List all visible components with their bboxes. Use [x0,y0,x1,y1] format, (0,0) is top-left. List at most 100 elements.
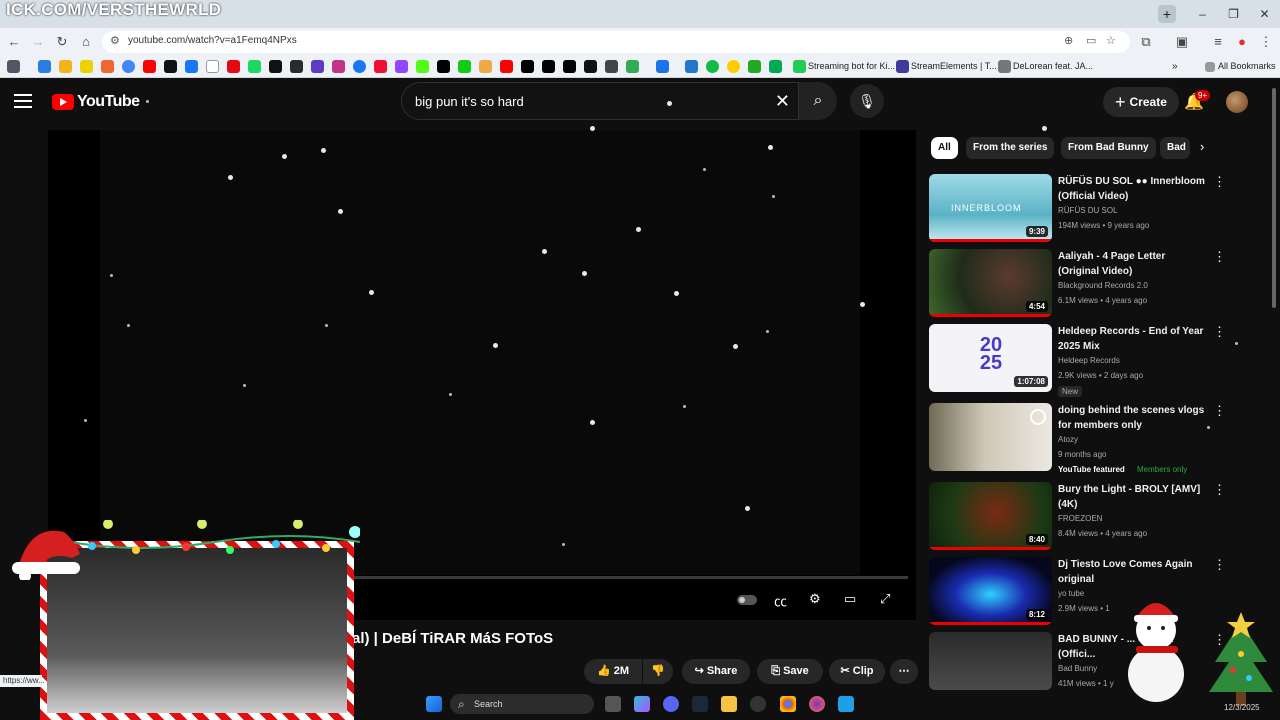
site-info-icon[interactable]: ⚙ [110,34,120,47]
channel-name[interactable]: FROEZOEN [1058,514,1102,523]
video-thumbnail[interactable]: 20 25 1:07:08 [929,324,1052,392]
extensions-icon[interactable]: ⧉ [1138,34,1154,50]
kebab-menu-icon[interactable]: ⋮ [1213,404,1226,417]
back-icon[interactable]: ← [6,34,22,50]
clear-search-icon[interactable]: ✕ [775,91,790,112]
channel-name[interactable]: Bad Bunny [1058,664,1097,673]
tiktok-icon[interactable] [521,60,534,73]
copilot-icon[interactable] [634,696,650,712]
profile-icon[interactable]: ● [1234,34,1250,50]
bookmark-icon[interactable] [542,60,555,73]
reload-icon[interactable]: ↻ [54,34,70,50]
bookmark-icon[interactable] [727,60,740,73]
save-button[interactable]: ⎘ Save [757,659,823,684]
star-icon[interactable]: ☆ [1106,34,1116,47]
home-icon[interactable]: ⌂ [78,34,94,50]
sidepanel-icon[interactable]: ▣ [1174,34,1190,50]
bookmark-icon[interactable] [290,60,303,73]
channel-name[interactable]: Heldeep Records [1058,356,1120,365]
dislike-button[interactable]: 👎 [643,659,673,684]
streaming-bot-icon[interactable] [793,60,806,73]
recommendation-item[interactable]: doing behind the scenes vlogs for member… [929,403,1226,475]
video-thumbnail[interactable]: 8:40 [929,482,1052,550]
video-thumbnail[interactable]: 4:54 [929,249,1052,317]
minimize-icon[interactable]: – [1187,0,1218,28]
bookmark-icon[interactable] [706,60,719,73]
channel-name[interactable]: RÜFÜS DU SOL [1058,206,1118,215]
app-icon[interactable] [750,696,766,712]
firefox-icon[interactable] [809,696,825,712]
restore-icon[interactable]: ❐ [1218,0,1249,28]
voice-search-icon[interactable]: 🎙 [850,84,884,118]
bookmark-icon[interactable] [80,60,93,73]
taskbar-search[interactable]: Search [450,694,594,714]
fullscreen-icon[interactable]: ⤢ [880,591,890,607]
captions-icon[interactable]: ㏄ [774,591,787,610]
bookmark-icon[interactable] [38,60,51,73]
bookmark-icon[interactable] [185,60,198,73]
video-thumbnail[interactable] [929,632,1052,690]
video-thumbnail[interactable]: 8:12 [929,557,1052,625]
bookmark-icon[interactable] [311,60,324,73]
channel-name[interactable]: Atozy [1058,435,1078,444]
bookmark-icon[interactable] [685,60,698,73]
channel-name[interactable]: yo tube [1058,589,1084,598]
progress-bar[interactable] [348,576,908,579]
bookmark-icon[interactable] [998,60,1011,73]
avatar[interactable] [1226,91,1248,113]
chevron-right-icon[interactable]: › [1200,139,1204,154]
bookmark-label[interactable]: StreamElements | T... [911,61,997,71]
bookmark-icon[interactable] [769,60,782,73]
facebook-icon[interactable] [353,60,366,73]
menu-hamburger-icon[interactable] [14,94,32,108]
recommendation-item[interactable]: 8:40 Bury the Light - BROLY [AMV] (4K) F… [929,482,1226,554]
chip-from-series[interactable]: From the series [966,137,1055,159]
address-bar[interactable]: ⚙ youtube.com/watch?v=a1Femq4NPxs ⊕ ▭ ☆ [102,31,1130,53]
bookmark-icon[interactable] [500,60,513,73]
search-input[interactable]: big pun it's so hard ✕ [401,82,799,120]
kebab-menu-icon[interactable]: ⋮ [1213,325,1226,338]
kebab-menu-icon[interactable]: ⋮ [1213,483,1226,496]
bookmark-icon[interactable] [584,60,597,73]
cast-icon[interactable]: ▭ [1086,34,1096,47]
zoom-icon[interactable]: ⊕ [1064,34,1073,47]
chip-all[interactable]: All [931,137,958,159]
bookmark-icon[interactable] [59,60,72,73]
chip-bad[interactable]: Bad [1160,137,1190,159]
like-button[interactable]: 👍 2M [584,659,642,684]
recommendation-item[interactable]: 20 25 1:07:08 Heldeep Records - End of Y… [929,324,1226,397]
forward-icon[interactable]: → [30,34,46,50]
clip-button[interactable]: ✂ Clip [829,659,885,684]
create-button[interactable]: + Create [1103,87,1179,117]
kebab-menu-icon[interactable]: ⋮ [1213,175,1226,188]
bookmark-icon[interactable] [458,60,471,73]
bookmark-icon[interactable] [206,60,219,73]
channel-name[interactable]: Blackground Records 2.0 [1058,281,1148,290]
bookmark-icon[interactable] [248,60,261,73]
google-icon[interactable] [122,60,135,73]
bookmark-icon[interactable] [374,60,387,73]
search-button[interactable]: ⌕ [799,82,837,120]
apps-icon[interactable] [7,60,20,73]
watch-later-icon[interactable] [1030,409,1046,425]
menu-icon[interactable]: ⋮ [1258,34,1274,50]
video-thumbnail[interactable]: INNERBLOOM 9:39 [929,174,1052,242]
bookmark-icon[interactable] [269,60,282,73]
youtube-logo[interactable]: YouTube [52,93,140,111]
bookmark-label[interactable]: Streaming bot for Ki... [808,61,895,71]
bookmark-icon[interactable] [748,60,761,73]
windows-start-icon[interactable] [426,696,442,712]
steam-icon[interactable] [692,696,708,712]
netflix-icon[interactable] [227,60,240,73]
chip-from-bad-bunny[interactable]: From Bad Bunny [1061,137,1156,159]
bookmark-icon[interactable] [479,60,492,73]
file-explorer-icon[interactable] [721,696,737,712]
new-tab-button[interactable]: + [1158,5,1176,23]
share-button[interactable]: ↪ Share [682,659,750,684]
kick-icon[interactable] [416,60,429,73]
kebab-menu-icon[interactable]: ⋮ [1213,558,1226,571]
streamelements-icon[interactable] [896,60,909,73]
bookmark-label[interactable]: DeLorean feat. JA... [1013,61,1093,71]
close-icon[interactable]: ✕ [1249,0,1280,28]
recommendation-item[interactable]: 4:54 Aaliyah - 4 Page Letter (Original V… [929,249,1226,321]
